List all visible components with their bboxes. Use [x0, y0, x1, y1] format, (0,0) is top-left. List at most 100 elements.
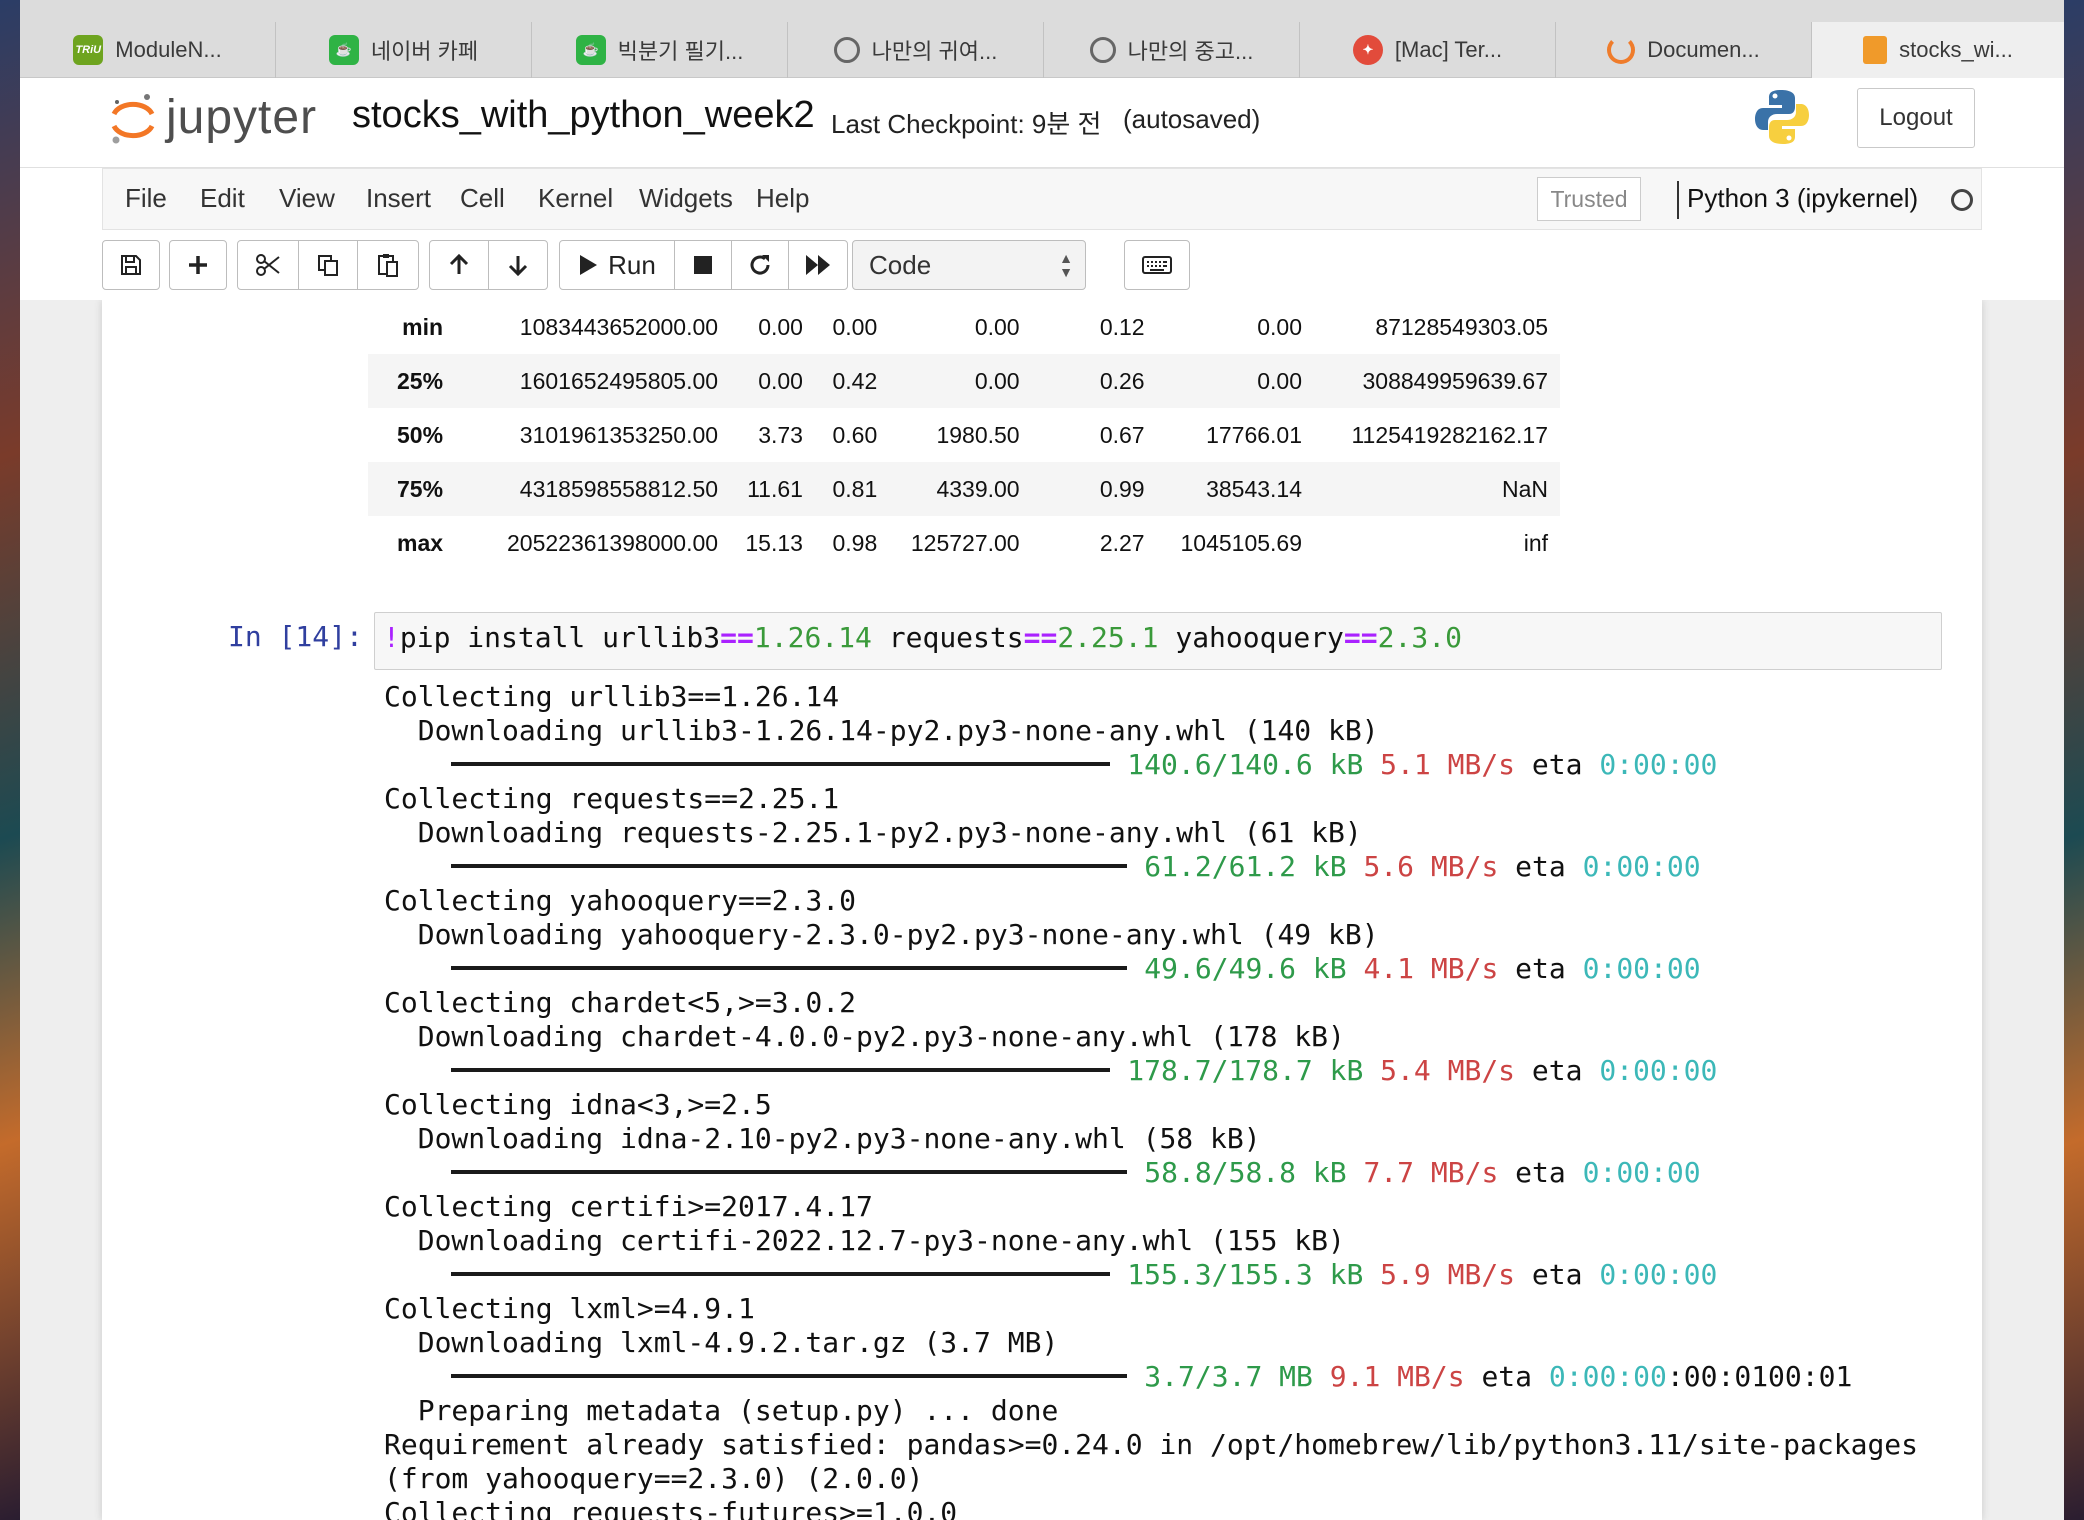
menu-view[interactable]: View — [279, 183, 335, 214]
code-token: == — [1343, 621, 1378, 654]
progress-size: 49.6/49.6 kB — [1144, 952, 1347, 985]
kernel-name[interactable]: Python 3 (ipykernel) — [1687, 183, 1918, 214]
cell-type-value: Code — [869, 249, 932, 280]
code-token: requests — [871, 621, 1024, 654]
paste-cell-button[interactable] — [357, 240, 419, 290]
progress-speed: 5.6 MB/s — [1363, 850, 1499, 883]
cell-output: Collecting urllib3==1.26.14 Downloading … — [384, 680, 1984, 1520]
menu-edit[interactable]: Edit — [200, 183, 245, 214]
cell-type-select[interactable]: Code ▲ ▼ — [852, 240, 1086, 290]
play-icon — [580, 255, 598, 275]
tab-label: Documen... — [1647, 37, 1760, 62]
table-cell: 2.27 — [1099, 529, 1145, 556]
table-row: 75% 4318598558812.50 11.61 0.81 4339.00 0.99 3… — [368, 462, 1560, 516]
output-line: Downloading urllib3-1.26.14-py2.py3-none… — [384, 714, 1379, 747]
trusted-indicator[interactable]: Trusted — [1537, 177, 1641, 221]
progress-size: 61.2/61.2 kB — [1144, 850, 1347, 883]
table-cell: 38543.14 — [1206, 475, 1303, 502]
code-token: == — [720, 621, 754, 654]
code-token: 2.25.1 — [1057, 621, 1159, 654]
cut-cell-button[interactable] — [237, 240, 299, 290]
table-cell: 0.00 — [832, 313, 878, 340]
output-line: Downloading requests-2.25.1-py2.py3-none… — [384, 816, 1362, 849]
progress-size: 178.7/178.7 kB — [1127, 1054, 1364, 1087]
interrupt-kernel-button[interactable] — [674, 240, 732, 290]
tab-label: 네이버 카페 — [370, 39, 479, 64]
table-cell: 1045105.69 — [1180, 529, 1303, 556]
insert-cell-button[interactable] — [169, 240, 227, 290]
table-cell: 1601652495805.00 — [519, 367, 719, 394]
table-cell: 0.00 — [974, 367, 1020, 394]
browser-tab[interactable]: ☕ 빅분기 필기... — [532, 22, 788, 78]
table-cell: 1980.50 — [936, 421, 1020, 448]
notebook-title[interactable]: stocks_with_python_week2 — [352, 94, 815, 137]
paste-icon — [378, 254, 398, 277]
browser-tab[interactable]: ✦ [Mac] Ter... — [1300, 22, 1556, 78]
progress-eta: 0:00:00 — [1582, 952, 1701, 985]
output-line: Collecting requests-futures>=1.0.0 — [384, 1496, 958, 1520]
restart-kernel-button[interactable] — [731, 240, 789, 290]
row-label: 25% — [397, 367, 444, 394]
progress-tail: :00:0100:01 — [1666, 1360, 1853, 1393]
table-cell: 0.98 — [832, 529, 878, 556]
browser-tab[interactable]: TRiU ModuleN... — [20, 22, 276, 78]
progress-line: 49.6/49.6 kB 4.1 MB/s eta 0:00:00 — [384, 952, 1984, 986]
output-line: Collecting urllib3==1.26.14 — [384, 680, 840, 713]
menu-cell[interactable]: Cell — [460, 183, 505, 214]
book-favicon-icon — [1863, 36, 1888, 64]
code-token: pip install urllib3 — [399, 621, 721, 654]
menu-kernel[interactable]: Kernel — [538, 183, 613, 214]
progress-eta-label: eta — [1515, 850, 1566, 883]
browser-tab[interactable]: ☕ 네이버 카페 — [276, 22, 532, 78]
browser-tab[interactable]: Documen... — [1556, 22, 1812, 78]
progress-eta: 0:00:00 — [1599, 1258, 1718, 1291]
browser-tab-active[interactable]: stocks_wi... — [1812, 22, 2064, 78]
progress-eta-label: eta — [1481, 1360, 1533, 1393]
keyboard-icon — [1142, 256, 1172, 274]
progress-eta-label: eta — [1515, 952, 1566, 985]
move-cell-up-button[interactable] — [429, 240, 489, 290]
browser-tab[interactable]: 나만의 중고... — [1044, 22, 1300, 78]
table-cell: 0.00 — [1257, 313, 1303, 340]
select-arrows-icon: ▲ ▼ — [1059, 250, 1073, 280]
notebook-scroll-area[interactable]: min 1083443652000.00 0.00 0.00 0.00 0.12 0.00 8… — [20, 300, 2064, 1520]
browser-tab-bar: TRiU ModuleN... ☕ 네이버 카페 ☕ 빅분기 필기... 나만의… — [20, 0, 2064, 78]
progress-line: 140.6/140.6 kB 5.1 MB/s eta 0:00:00 — [384, 748, 1984, 782]
arrow-down-icon — [508, 256, 528, 277]
run-button[interactable]: Run — [559, 240, 675, 290]
code-cell-input[interactable]: !pip install urllib3==1.26.14 requests==… — [374, 612, 1942, 670]
output-line: Collecting idna<3,>=2.5 — [384, 1088, 772, 1121]
kernel-separator — [1677, 181, 1679, 219]
table-cell: 0.42 — [832, 367, 878, 394]
progress-bar — [451, 864, 1128, 868]
menu-file[interactable]: File — [125, 183, 167, 214]
browser-tab[interactable]: 나만의 귀여... — [788, 22, 1044, 78]
progress-line: 178.7/178.7 kB 5.4 MB/s eta 0:00:00 — [384, 1054, 1984, 1088]
progress-size: 155.3/155.3 kB — [1127, 1258, 1364, 1291]
save-button[interactable] — [102, 240, 160, 290]
run-label: Run — [608, 249, 656, 280]
command-palette-button[interactable] — [1124, 240, 1190, 290]
menu-insert[interactable]: Insert — [366, 183, 431, 214]
restart-icon — [750, 255, 770, 275]
menu-help[interactable]: Help — [756, 183, 809, 214]
logout-button[interactable]: Logout — [1857, 88, 1975, 148]
table-cell: 0.00 — [758, 313, 803, 340]
desktop-wallpaper-right — [2064, 0, 2084, 1520]
menu-widgets[interactable]: Widgets — [639, 183, 733, 214]
table-cell: 0.26 — [1099, 367, 1145, 394]
table-cell: 0.60 — [832, 421, 878, 448]
plus-icon — [189, 256, 207, 274]
progress-eta-label: eta — [1515, 1156, 1566, 1189]
copy-cell-button[interactable] — [298, 240, 358, 290]
last-checkpoint: Last Checkpoint: 9분 전 — [831, 109, 1102, 139]
move-cell-down-button[interactable] — [488, 240, 548, 290]
output-line: Collecting certifi>=2017.4.17 — [384, 1190, 873, 1223]
progress-eta: 0:00:00 — [1599, 1054, 1718, 1087]
output-line: Downloading chardet-4.0.0-py2.py3-none-a… — [384, 1020, 1345, 1053]
restart-run-all-button[interactable] — [788, 240, 848, 290]
progress-bar — [451, 1272, 1111, 1276]
jupyter-ring-favicon-icon — [1607, 36, 1636, 64]
progress-bar — [451, 1068, 1111, 1072]
jupyter-logo-icon[interactable] — [110, 92, 156, 146]
